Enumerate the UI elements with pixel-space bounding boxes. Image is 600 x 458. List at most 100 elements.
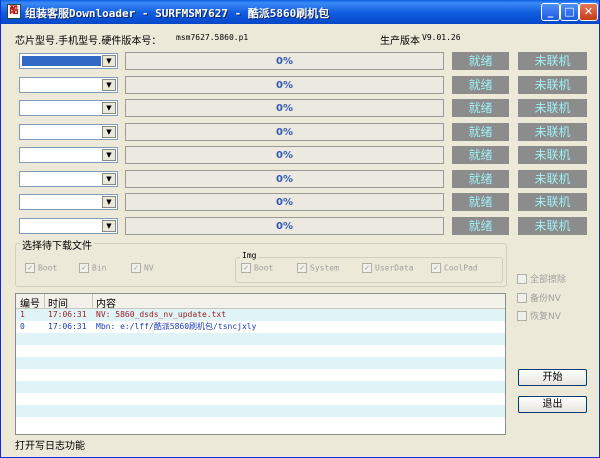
checkbox-label: CoolPad xyxy=(444,263,478,273)
img-checkbox[interactable]: ✓ Boot xyxy=(241,263,273,275)
chip-model-label: 芯片型号.手机型号.硬件版本号： xyxy=(15,36,162,47)
checkbox-icon: ✓ xyxy=(362,263,372,273)
log-row-stripe xyxy=(16,357,505,369)
port-row: ▼ 0% 就绪 未联机 xyxy=(1,122,600,143)
img-legend: Img xyxy=(240,251,259,260)
app-icon: 酷 xyxy=(7,4,21,19)
minimize-button[interactable]: _ xyxy=(541,3,560,21)
chip-model-value: msm7627.5860.p1 xyxy=(176,33,249,42)
progress-text: 0% xyxy=(276,173,293,185)
checkbox-icon: ✓ xyxy=(79,263,89,273)
checkbox-label: NV xyxy=(144,263,154,273)
status-offline: 未联机 xyxy=(518,122,587,141)
img-checkbox[interactable]: ✓ UserData xyxy=(362,263,414,275)
img-checkbox[interactable]: ✓ System xyxy=(297,263,339,275)
log-id: 1 xyxy=(20,310,25,319)
file-checkbox[interactable]: ✓ Bin xyxy=(79,263,106,275)
file-checkbox[interactable]: ✓ NV xyxy=(131,263,154,275)
progress-text: 0% xyxy=(276,56,293,67)
status-ready: 就绪 xyxy=(452,52,509,70)
progress-bar: 0% xyxy=(125,169,444,188)
log-col-time[interactable]: 时间 xyxy=(48,295,68,310)
chevron-down-icon[interactable]: ▼ xyxy=(102,55,116,67)
port-select[interactable]: ▼ xyxy=(19,217,118,234)
port-row: ▼ 0% 就绪 未联机 xyxy=(1,193,600,213)
window-title: 组装客服Downloader - SURFMSM7627 - 酷派5860刷机包 xyxy=(25,7,330,20)
log-time: 17:06:31 xyxy=(48,322,87,331)
log-header: 编号 时间 内容 xyxy=(16,294,505,310)
port-select[interactable]: ▼ xyxy=(19,53,118,69)
status-offline: 未联机 xyxy=(518,193,587,211)
port-select[interactable]: ▼ xyxy=(19,147,118,163)
checkbox-icon xyxy=(517,273,527,284)
file-select-legend: 选择待下载文件 xyxy=(20,237,94,252)
port-select[interactable]: ▼ xyxy=(19,170,118,187)
progress-bar: 0% xyxy=(125,99,444,117)
log-row[interactable]: 1 17:06:31 NV: 5860_dsds_nv_update.txt xyxy=(16,309,505,321)
option-label: 备份NV xyxy=(530,294,561,304)
status-ready: 就绪 xyxy=(452,99,509,117)
port-select[interactable]: ▼ xyxy=(19,194,118,210)
status-offline: 未联机 xyxy=(518,169,587,188)
status-ready: 就绪 xyxy=(452,169,509,188)
port-row: ▼ 0% 就绪 未联机 xyxy=(1,216,600,237)
file-checkbox[interactable]: ✓ Boot xyxy=(25,263,57,275)
option-checkbox[interactable]: 恢复NV xyxy=(517,309,561,322)
port-select[interactable]: ▼ xyxy=(19,76,118,93)
chevron-down-icon[interactable]: ▼ xyxy=(102,149,116,161)
checkbox-label: System xyxy=(310,263,339,273)
log-id: 0 xyxy=(20,322,25,331)
app-window: 酷 组装客服Downloader - SURFMSM7627 - 酷派5860刷… xyxy=(0,0,600,458)
port-select[interactable]: ▼ xyxy=(19,123,118,140)
status-ready: 就绪 xyxy=(452,146,509,164)
checkbox-icon xyxy=(517,310,527,321)
log-col-id[interactable]: 编号 xyxy=(20,295,40,310)
progress-text: 0% xyxy=(276,150,293,161)
progress-text: 0% xyxy=(276,220,293,232)
maximize-button[interactable]: □ xyxy=(560,3,579,21)
start-button[interactable]: 开始 xyxy=(518,369,587,386)
log-col-content[interactable]: 内容 xyxy=(96,295,116,310)
chevron-down-icon[interactable]: ▼ xyxy=(102,78,116,91)
log-content: Mbn: e:/lff/酷派5860刷机包/tsncjxly xyxy=(96,322,257,331)
status-offline: 未联机 xyxy=(518,75,587,94)
close-button[interactable]: ✕ xyxy=(579,3,598,21)
progress-text: 0% xyxy=(276,197,293,208)
chevron-down-icon[interactable]: ▼ xyxy=(102,219,116,232)
progress-bar: 0% xyxy=(125,75,444,94)
status-ready: 就绪 xyxy=(452,75,509,94)
port-row: ▼ 0% 就绪 未联机 xyxy=(1,75,600,96)
progress-bar: 0% xyxy=(125,193,444,211)
status-offline: 未联机 xyxy=(518,216,587,235)
title-bar[interactable]: 酷 组装客服Downloader - SURFMSM7627 - 酷派5860刷… xyxy=(1,0,599,24)
port-select[interactable]: ▼ xyxy=(19,100,118,116)
checkbox-icon: ✓ xyxy=(241,263,251,273)
checkbox-label: UserData xyxy=(375,263,414,273)
exit-button[interactable]: 退出 xyxy=(518,396,587,413)
log-row[interactable]: 0 17:06:31 Mbn: e:/lff/酷派5860刷机包/tsncjxly xyxy=(16,321,505,333)
progress-text: 0% xyxy=(276,79,293,91)
port-row: ▼ 0% 就绪 未联机 xyxy=(1,146,600,166)
progress-bar: 0% xyxy=(125,52,444,70)
log-row-stripe xyxy=(16,333,505,345)
log-content: NV: 5860_dsds_nv_update.txt xyxy=(96,310,227,319)
chevron-down-icon[interactable]: ▼ xyxy=(102,172,116,185)
port-row: ▼ 0% 就绪 未联机 xyxy=(1,52,600,72)
log-row-stripe xyxy=(16,381,505,393)
progress-bar: 0% xyxy=(125,146,444,164)
progress-text: 0% xyxy=(276,126,293,138)
chevron-down-icon[interactable]: ▼ xyxy=(102,125,116,138)
status-offline: 未联机 xyxy=(518,52,587,70)
chevron-down-icon[interactable]: ▼ xyxy=(102,102,116,114)
progress-bar: 0% xyxy=(125,122,444,141)
status-ready: 就绪 xyxy=(452,216,509,235)
chevron-down-icon[interactable]: ▼ xyxy=(102,196,116,208)
img-checkbox[interactable]: ✓ CoolPad xyxy=(431,263,478,275)
checkbox-label: Boot xyxy=(254,263,274,273)
option-checkbox[interactable]: 全部擦除 xyxy=(517,272,566,285)
checkbox-icon xyxy=(517,292,527,303)
log-list[interactable]: 编号 时间 内容 1 17:06:31 NV: 5860_dsds_nv_updat… xyxy=(15,293,506,435)
checkbox-icon: ✓ xyxy=(131,263,141,273)
option-checkbox[interactable]: 备份NV xyxy=(517,291,561,304)
status-ready: 就绪 xyxy=(452,193,509,211)
